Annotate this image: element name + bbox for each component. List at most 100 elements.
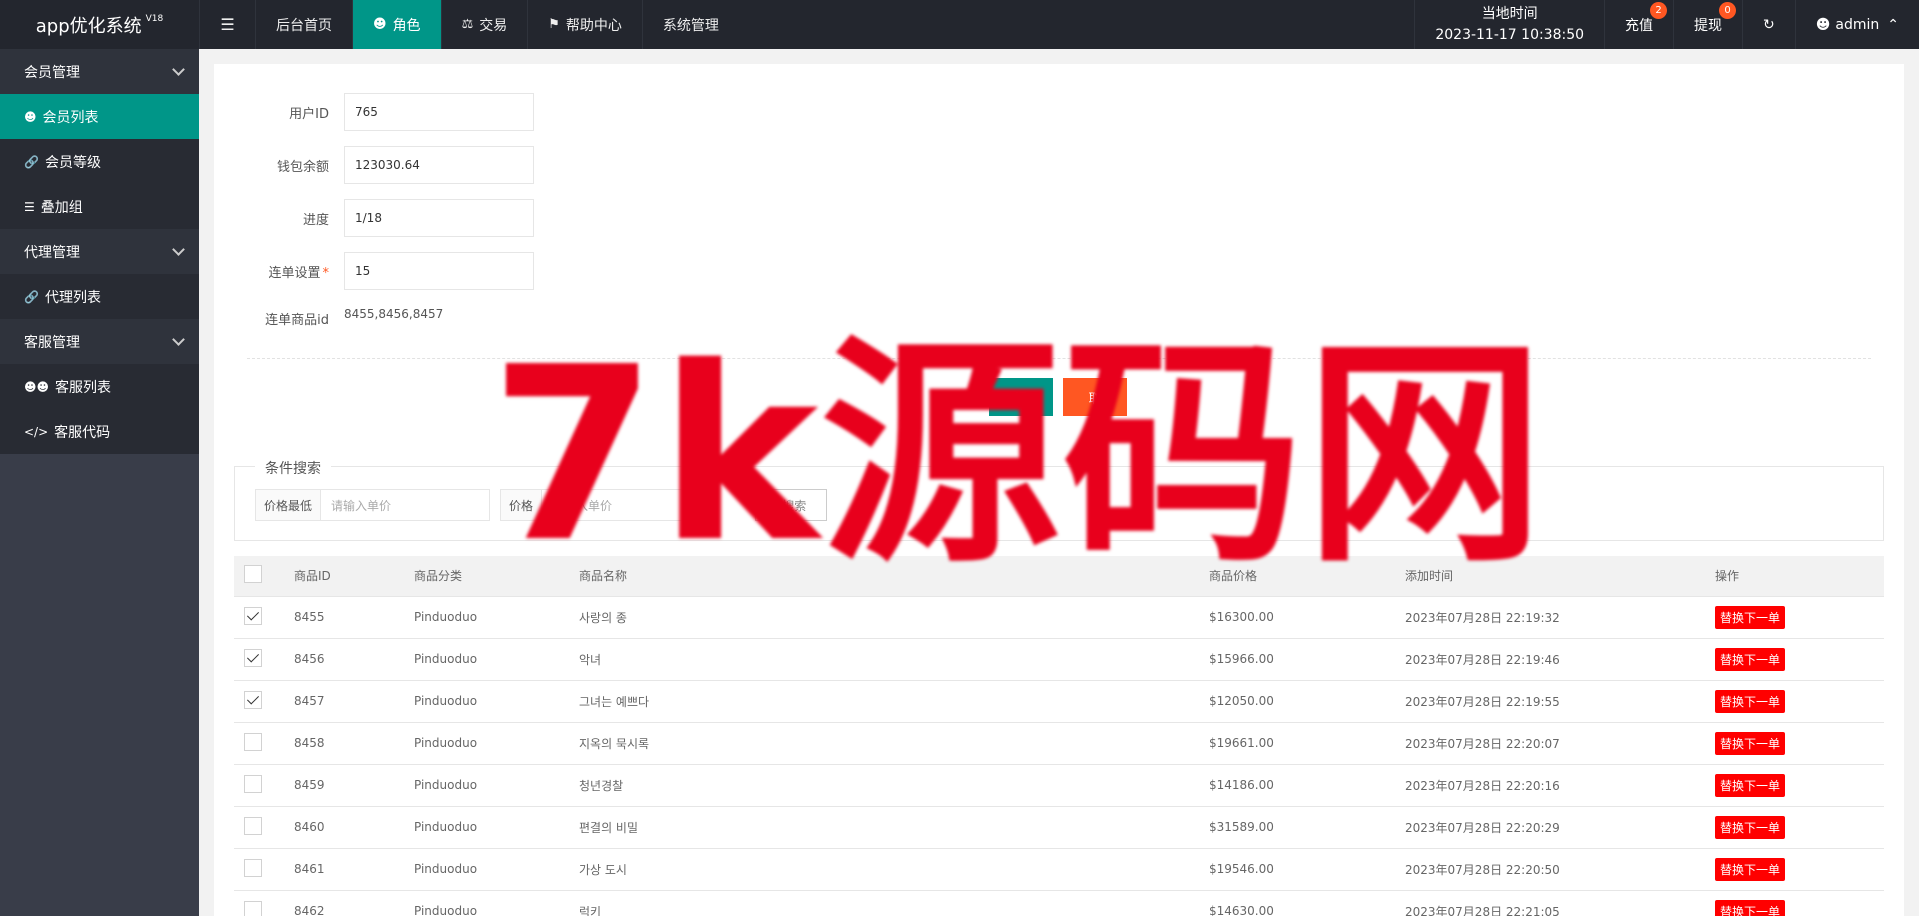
cell-time: 2023年07月28日 22:21:05 — [1395, 890, 1705, 916]
flag-icon: ⚑ — [548, 17, 560, 32]
sidebar-item-stack-group[interactable]: ☰ 叠加组 — [0, 184, 199, 229]
search-button-label: 搜索 — [782, 498, 807, 513]
cell-id: 8460 — [284, 806, 404, 849]
sidebar-item-support-code[interactable]: </> 客服代码 — [0, 409, 199, 454]
sidebar-item-member-list[interactable]: ☻ 会员列表 — [0, 94, 199, 139]
product-table: 商品ID 商品分类 商品名称 商品价格 添加时间 操作 8455 Pinduod… — [234, 556, 1884, 916]
menu-toggle-icon[interactable]: ☰ — [199, 0, 255, 49]
progress-field[interactable]: 1/18 — [344, 199, 534, 237]
confirm-button[interactable]: 提 — [989, 378, 1053, 416]
refresh-icon[interactable]: ↻ — [1742, 0, 1795, 49]
row-checkbox[interactable] — [244, 774, 262, 793]
price-max-input[interactable]: 请输入单价 — [542, 490, 710, 520]
user-id-label: 用户ID — [289, 106, 329, 122]
cell-price: $31589.00 — [1199, 806, 1395, 849]
replace-next-button[interactable]: 替换下一单 — [1715, 605, 1786, 629]
col-id: 商品ID — [284, 556, 404, 597]
cell-id: 8457 — [284, 680, 404, 723]
cell-name: 편결의 비밀 — [569, 806, 1199, 849]
search-button[interactable]: ⚲ 搜索 — [755, 489, 827, 521]
row-checkbox[interactable] — [244, 816, 262, 835]
nav-home[interactable]: 后台首页 — [255, 0, 352, 49]
cell-price: $14630.00 — [1199, 890, 1395, 916]
nav-help[interactable]: ⚑ 帮助中心 — [527, 0, 642, 49]
clock-value: 2023-11-17 10:38:50 — [1435, 26, 1585, 43]
cell-time: 2023年07月28日 22:19:32 — [1395, 596, 1705, 639]
row-checkbox[interactable] — [244, 732, 262, 751]
row-checkbox[interactable] — [244, 900, 262, 916]
replace-next-button[interactable]: 替换下一单 — [1715, 857, 1786, 881]
row-checkbox[interactable] — [244, 606, 262, 625]
cell-name: 청년경찰 — [569, 764, 1199, 807]
nav-system[interactable]: 系统管理 — [641, 0, 739, 49]
price-min-label: 价格最低 — [256, 490, 322, 520]
form-row-combo-ids: 连单商品id 8455,8456,8457 — [214, 307, 443, 329]
cell-category: Pinduoduo — [404, 638, 569, 681]
clock-label: 当地时间 — [1481, 5, 1538, 22]
user-icon: ☻ — [1815, 16, 1831, 33]
sidebar-group-agents[interactable]: 代理管理 — [0, 229, 199, 274]
replace-next-button[interactable]: 替换下一单 — [1715, 647, 1786, 671]
recharge-label: 充值 — [1625, 17, 1654, 34]
row-checkbox[interactable] — [244, 690, 262, 709]
price-max-filter: 价格 请输入单价 — [500, 489, 712, 521]
withdraw-button[interactable]: 提现 0 — [1673, 0, 1742, 49]
price-min-input[interactable]: 请输入单价 — [321, 490, 489, 520]
sidebar-item-member-level[interactable]: 🔗 会员等级 — [0, 139, 199, 184]
nav-role[interactable]: ☻ 角色 — [352, 0, 441, 49]
sidebar-group-support[interactable]: 客服管理 — [0, 319, 199, 364]
user-menu[interactable]: ☻ admin ⌃ — [1794, 0, 1919, 49]
search-icon: ⚲ — [768, 497, 779, 513]
cancel-button[interactable]: 取 — [1063, 378, 1127, 416]
replace-next-button[interactable]: 替换下一单 — [1715, 731, 1786, 755]
user-name: admin — [1835, 16, 1880, 33]
nav-role-label: 角色 — [392, 17, 421, 34]
price-min-filter: 价格最低 请输入单价 — [255, 489, 491, 521]
nav-home-label: 后台首页 — [276, 17, 332, 34]
sidebar-item-agent-list[interactable]: 🔗 代理列表 — [0, 274, 199, 319]
select-all-checkbox[interactable] — [244, 565, 262, 584]
table-row: 8459 Pinduoduo 청년경찰 $14186.00 2023年07月28… — [234, 764, 1884, 807]
search-legend: 条件搜索 — [255, 458, 331, 478]
col-name: 商品名称 — [569, 556, 1199, 597]
user-id-field[interactable]: 765 — [344, 93, 534, 131]
replace-next-button[interactable]: 替换下一单 — [1715, 773, 1786, 797]
recharge-button[interactable]: 充值 2 — [1604, 0, 1673, 49]
main-panel: 用户ID 765 钱包余额 123030.64 进度 1/18 连单设置 * 15… — [214, 64, 1904, 916]
cell-id: 8458 — [284, 722, 404, 765]
combo-ids-label: 连单商品id — [265, 313, 329, 328]
cell-category: Pinduoduo — [404, 680, 569, 723]
link-icon: 🔗 — [24, 154, 39, 169]
sidebar-group-members[interactable]: 会员管理 — [0, 49, 199, 94]
progress-label: 进度 — [302, 212, 329, 228]
cell-action: 替换下一单 — [1705, 764, 1884, 807]
row-checkbox[interactable] — [244, 648, 262, 667]
replace-next-button[interactable]: 替换下一单 — [1715, 689, 1786, 713]
row-checkbox-cell — [234, 722, 284, 765]
logo-text: app优化系统 — [35, 15, 142, 37]
cell-category: Pinduoduo — [404, 596, 569, 639]
col-time: 添加时间 — [1395, 556, 1705, 597]
local-clock: 当地时间 2023-11-17 10:38:50 — [1414, 0, 1604, 49]
row-checkbox[interactable] — [244, 858, 262, 877]
replace-next-button[interactable]: 替换下一单 — [1715, 899, 1786, 916]
balance-field[interactable]: 123030.64 — [344, 146, 534, 184]
scale-icon: ⚖ — [461, 17, 474, 32]
row-checkbox-cell — [234, 638, 284, 681]
app-logo[interactable]: app优化系统 V18 — [0, 0, 199, 49]
table-row: 8460 Pinduoduo 편결의 비밀 $31589.00 2023年07月… — [234, 806, 1884, 849]
required-mark: * — [322, 265, 330, 281]
cell-price: $15966.00 — [1199, 638, 1395, 681]
replace-next-button[interactable]: 替换下一单 — [1715, 815, 1786, 839]
users-icon: ☻☻ — [24, 379, 50, 394]
nav-system-label: 系统管理 — [662, 17, 719, 34]
form-row-combo: 连单设置 * 15 — [214, 252, 534, 290]
combo-field[interactable]: 15 — [344, 252, 534, 290]
table-row: 8462 Pinduoduo 럭키 $14630.00 2023年07月28日 … — [234, 890, 1884, 916]
nav-trade[interactable]: ⚖ 交易 — [440, 0, 528, 49]
cell-action: 替换下一单 — [1705, 848, 1884, 891]
cell-time: 2023年07月28日 22:20:07 — [1395, 722, 1705, 765]
sidebar-item-support-list[interactable]: ☻☻ 客服列表 — [0, 364, 199, 409]
row-checkbox-cell — [234, 806, 284, 849]
cell-name: 가상 도시 — [569, 848, 1199, 891]
